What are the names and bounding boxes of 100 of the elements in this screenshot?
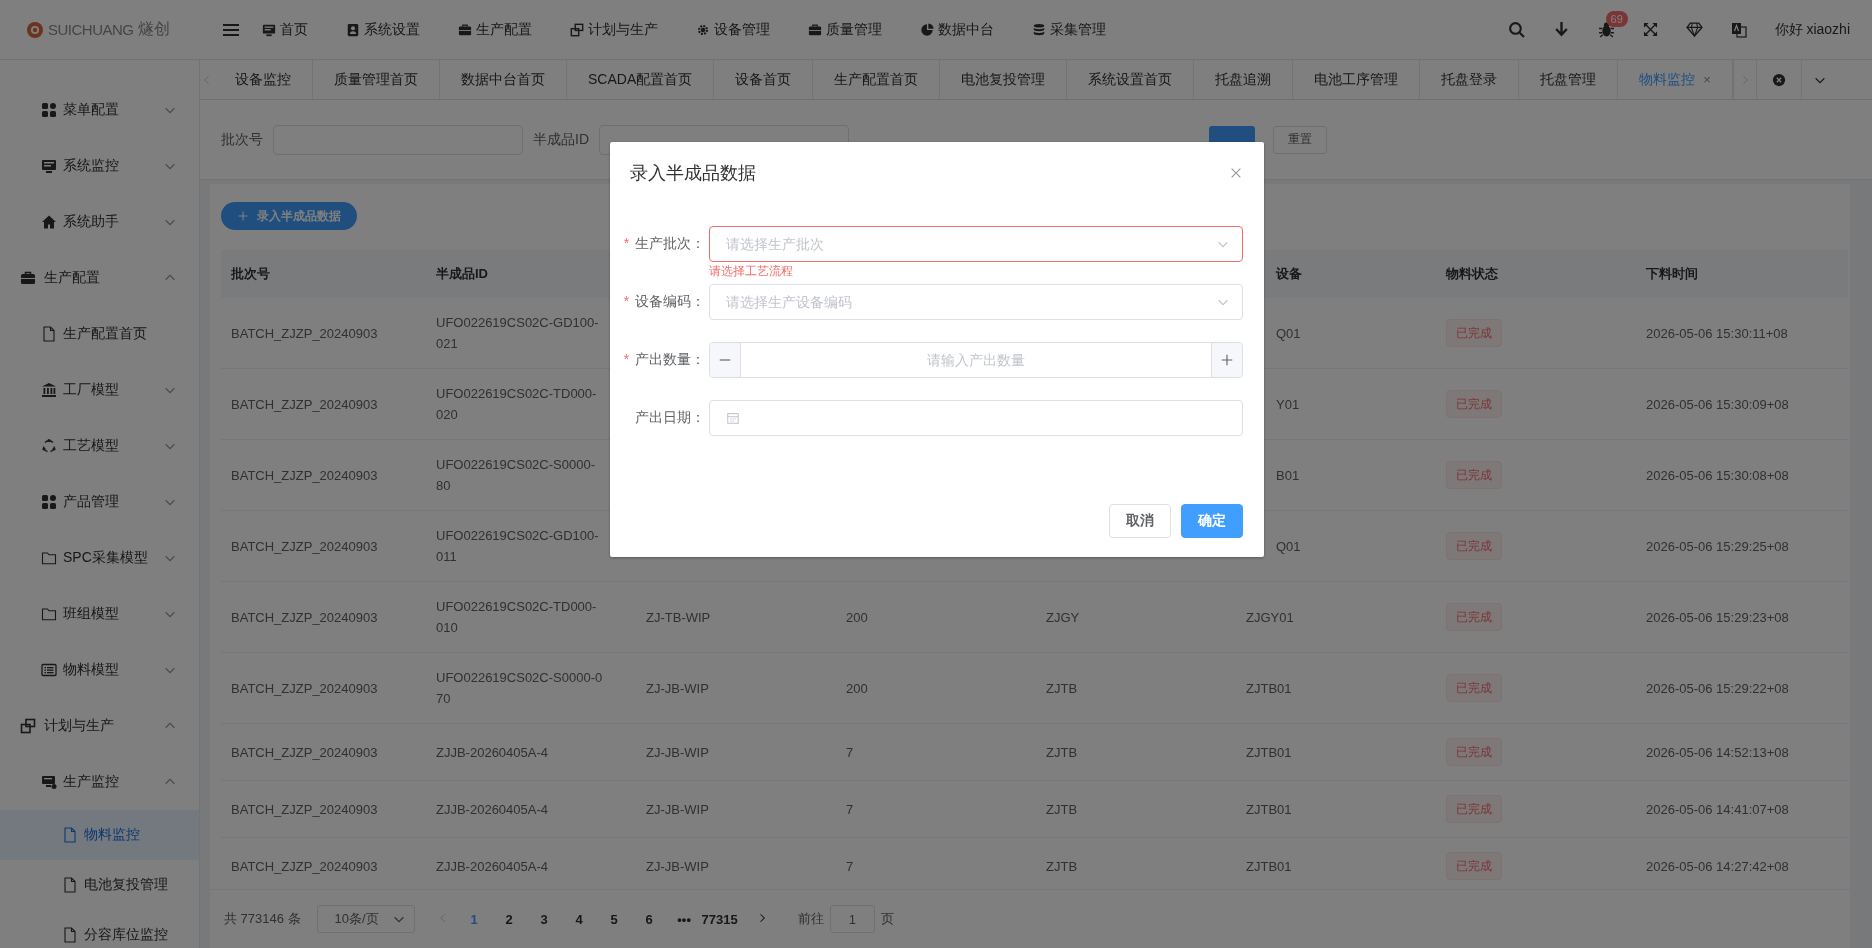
tab[interactable]: 设备监控 — [214, 60, 313, 99]
grid-icon — [41, 494, 57, 510]
page-number[interactable]: ••• — [666, 911, 702, 927]
tab[interactable]: 托盘追溯 — [1194, 60, 1294, 99]
menu-item[interactable]: 系统设置 — [346, 20, 420, 39]
tab[interactable]: 质量管理首页 — [313, 60, 440, 99]
sidebar-item[interactable]: 分容库位监控 — [0, 910, 199, 948]
document-icon — [62, 877, 78, 893]
reset-button[interactable]: 重置 — [1273, 125, 1327, 154]
menu-item[interactable]: 采集管理 — [1032, 20, 1106, 39]
tab[interactable]: 数据中台首页 — [440, 60, 567, 99]
menu-item[interactable]: 首页 — [262, 20, 308, 39]
table-cell: Q01 — [1276, 325, 1301, 341]
table-cell: ZJGY01 — [1246, 609, 1294, 625]
jump-label: 前往 — [797, 910, 824, 928]
status-tag: 已完成 — [1446, 795, 1502, 823]
table-cell: 2026-05-06 15:29:23+08 — [1646, 609, 1789, 625]
select-field[interactable]: 请选择生产批次 — [709, 226, 1243, 262]
user-greeting[interactable]: 你好 xiaozhi — [1774, 20, 1850, 39]
sidebar-item[interactable]: 物料监控 — [0, 810, 199, 860]
database-icon — [1032, 22, 1046, 37]
sidebar-item[interactable]: 工厂模型 — [0, 362, 199, 418]
sidebar-item[interactable]: 系统监控 — [0, 138, 199, 194]
table-cell: ZJTB — [1046, 680, 1078, 696]
tab[interactable]: 设备首页 — [714, 60, 814, 99]
table-cell: 2026-05-06 15:30:11+08 — [1646, 325, 1788, 341]
number-input[interactable]: 请输入产出数量 — [709, 342, 1243, 378]
tab[interactable]: 生产配置首页 — [813, 60, 941, 99]
table-cell: ZJ-JB-WIP — [646, 744, 709, 760]
table-cell: 7 — [846, 744, 854, 760]
gear-icon — [696, 22, 710, 37]
folder-icon — [41, 606, 57, 622]
menu-item[interactable]: 设备管理 — [696, 20, 770, 39]
table-cell: BATCH_ZJZP_20240903 — [231, 609, 378, 625]
tab[interactable]: 系统设置首页 — [1067, 60, 1195, 99]
menu-item[interactable]: 计划与生产 — [570, 20, 658, 39]
sidebar-item[interactable]: 物料模型 — [0, 642, 199, 698]
table-cell: BATCH_ZJZP_20240903 — [231, 744, 378, 760]
cycle-icon — [41, 438, 57, 454]
sidebar-item[interactable]: 计划与生产 — [0, 698, 199, 754]
tab[interactable]: 电池工序管理 — [1293, 60, 1421, 99]
table-cell: 7 — [846, 801, 854, 817]
status-tag: 已完成 — [1446, 852, 1502, 880]
fullscreen-icon — [1642, 22, 1658, 37]
confirm-button[interactable]: 确定 — [1181, 504, 1243, 538]
tab[interactable]: SCADA配置首页 — [567, 60, 715, 99]
folder-icon — [41, 550, 57, 566]
table-cell: Y01 — [1276, 396, 1300, 412]
select-input[interactable]: 请选择生产设备编码 — [724, 293, 1216, 311]
dialog-title: 录入半成品数据 — [630, 162, 756, 185]
table-cell: BATCH_ZJZP_20240903 — [231, 396, 378, 412]
tab[interactable]: 托盘登录 — [1420, 60, 1520, 99]
windows-icon — [20, 718, 36, 734]
date-field[interactable] — [709, 400, 1243, 436]
total-count: 共 773146 条 — [224, 910, 301, 928]
plus-button[interactable] — [1211, 343, 1242, 377]
sidebar-item[interactable]: 班组模型 — [0, 586, 199, 642]
table-cell: 200 — [846, 680, 868, 696]
sidebar-item[interactable]: 菜单配置 — [0, 82, 199, 138]
tab-close-button[interactable]: × — [1703, 72, 1711, 87]
page-jump-input[interactable]: 1 — [829, 905, 875, 933]
sidebar-item[interactable]: SPC采集模型 — [0, 530, 199, 586]
page-number[interactable]: 2 — [491, 911, 527, 927]
table-cell: 2026-05-06 15:29:22+08 — [1646, 680, 1789, 696]
tab[interactable]: 电池复投管理 — [940, 60, 1068, 99]
sidebar-item[interactable]: 工艺模型 — [0, 418, 199, 474]
sidebar-item[interactable]: 生产监控 — [0, 754, 199, 810]
page-size-select[interactable]: 10条/页 — [316, 905, 415, 933]
required-mark: * — [623, 293, 630, 309]
menu-item[interactable]: 生产配置 — [458, 20, 532, 39]
page-number[interactable]: 5 — [596, 911, 632, 927]
logo-text: SUICHUANG — [48, 21, 134, 38]
notification-badge: 69 — [1605, 11, 1628, 27]
sidebar-item[interactable]: 生产配置 — [0, 250, 199, 306]
page-number[interactable]: 4 — [561, 911, 597, 927]
plus-icon — [237, 210, 249, 222]
page-number[interactable]: 6 — [631, 911, 667, 927]
menu-item[interactable]: 质量管理 — [808, 20, 882, 39]
column-header: 设备 — [1276, 266, 1302, 281]
minus-button[interactable] — [710, 343, 741, 377]
sidebar-item[interactable]: 生产配置首页 — [0, 306, 199, 362]
table-cell: ZJ-JB-WIP — [646, 680, 709, 696]
table-cell: ZJ-TB-WIP — [646, 609, 711, 625]
table-cell: BATCH_ZJZP_20240903 — [231, 538, 378, 554]
select-input[interactable]: 请选择生产批次 — [724, 235, 1216, 253]
quantity-input[interactable]: 请输入产出数量 — [741, 351, 1211, 369]
sidebar-item[interactable]: 电池复投管理 — [0, 860, 199, 910]
page-number[interactable]: 77315 — [701, 911, 738, 927]
user-card-icon — [346, 22, 360, 37]
menu-item[interactable]: 数据中台 — [920, 20, 994, 39]
page-number[interactable]: 3 — [526, 911, 562, 927]
close-icon — [1229, 166, 1243, 180]
sidebar-item[interactable]: 产品管理 — [0, 474, 199, 530]
table-cell: UFO022619CS02C-S0000-0 70 — [436, 670, 603, 706]
status-tag: 已完成 — [1446, 674, 1502, 702]
column-header: 物料状态 — [1446, 266, 1498, 281]
status-tag: 已完成 — [1446, 461, 1502, 489]
sidebar-item[interactable]: 系统助手 — [0, 194, 199, 250]
field-label: 设备编码： — [635, 293, 705, 309]
cancel-button[interactable]: 取消 — [1109, 504, 1171, 538]
